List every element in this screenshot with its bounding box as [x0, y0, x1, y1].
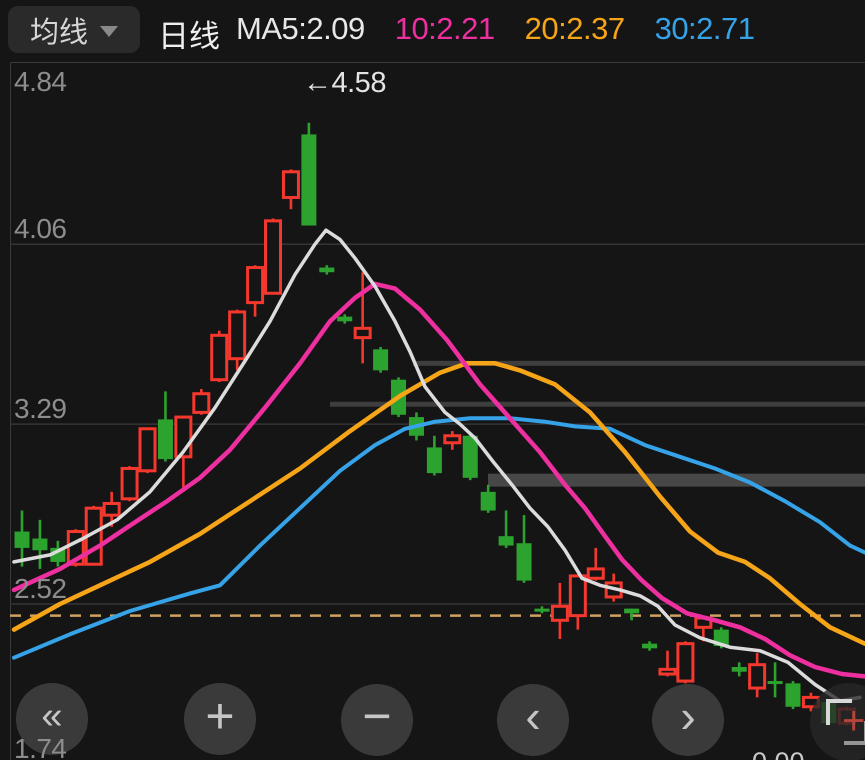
plus-icon: + — [205, 688, 235, 744]
double-chevron-left-icon: « — [41, 694, 63, 737]
partial-price-label: 0.00 — [752, 747, 805, 760]
rewind-button[interactable]: « — [16, 683, 88, 755]
high-price-annotation: ←4.58 — [303, 67, 386, 99]
zoom-in-button[interactable]: + — [184, 683, 256, 755]
prev-button[interactable]: ‹ — [497, 684, 569, 756]
next-button[interactable]: › — [652, 684, 724, 756]
chevron-right-icon: › — [680, 690, 696, 742]
candlestick-chart[interactable] — [0, 0, 865, 760]
stock-chart-app: 均线 日线 MA5:2.09 10:2.21 20:2.37 30:2.71 4… — [0, 0, 865, 760]
chevron-left-icon: ‹ — [525, 690, 541, 742]
zoom-out-button[interactable]: − — [341, 684, 413, 756]
red-plus-icon: + — [842, 699, 865, 743]
minus-icon: − — [362, 688, 392, 744]
